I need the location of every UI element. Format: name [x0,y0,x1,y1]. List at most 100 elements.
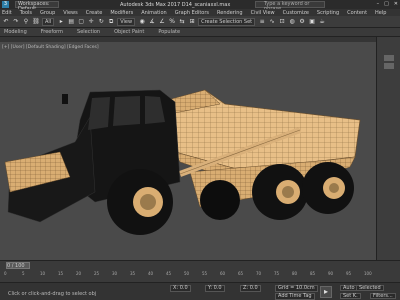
window-title: Autodesk 3ds Max 2017 D14_scaniaxxl.max [120,1,231,8]
menu-scripting[interactable]: Scripting [317,10,339,16]
viewport-label: [+] [User] [Default Shading] [Edged Face… [2,44,99,50]
link-icon[interactable]: ⚲ [22,18,30,26]
selection-filter-dropdown[interactable]: All [42,17,55,26]
main-toolbar: ↶ ↷ ⚲ ⛓ All ▸ ▤ ▢ ✛ ↻ ⧉ View ◉ ∡ ∠ % ⇆ ⊞… [0,16,400,28]
timeline-tick: 80 [292,271,298,276]
menu-rendering[interactable]: Rendering [217,10,243,16]
select-object-icon[interactable]: ▸ [57,18,65,26]
menu-create[interactable]: Create [86,10,103,16]
menu-modifiers[interactable]: Modifiers [110,10,133,16]
tab-modeling[interactable]: Modeling [4,29,27,35]
timeline-tick: 90 [328,271,334,276]
maximize-icon[interactable]: □ [384,1,389,7]
pivot-icon[interactable]: ◉ [138,18,146,26]
render-icon[interactable]: ☕ [318,18,326,26]
schematic-icon[interactable]: ⊡ [278,18,286,26]
percent-snap-icon[interactable]: % [168,18,176,26]
timeline-tick: 25 [94,271,100,276]
tab-selection[interactable]: Selection [77,29,100,35]
menu-tools[interactable]: Tools [20,10,32,16]
time-slider: 0 / 100 [0,260,400,270]
perspective-viewport[interactable]: [+] [User] [Default Shading] [Edged Face… [0,42,376,260]
panel-tab-icon[interactable] [384,55,394,61]
snap-icon[interactable]: ∡ [148,18,156,26]
menu-customize[interactable]: Customize [283,10,309,16]
menu-graph-editors[interactable]: Graph Editors [175,10,209,16]
tab-object-paint[interactable]: Object Paint [114,29,144,35]
menu-help[interactable]: Help [375,10,386,16]
panel-tab-icon[interactable] [384,63,394,69]
move-icon[interactable]: ✛ [87,18,95,26]
rect-selection-icon[interactable]: ▢ [77,18,85,26]
menu-animation[interactable]: Animation [141,10,167,16]
key-filters-button[interactable]: Filters... [370,293,396,299]
menu-civil-view[interactable]: Civil View [251,10,275,16]
menu-group[interactable]: Group [40,10,55,16]
timeline-tick: 70 [256,271,262,276]
grid-value: Grid = 10.0cm [275,285,318,292]
timeline-tick: 100 [364,271,372,276]
selected-dropdown[interactable]: Selected [356,285,384,291]
close-icon[interactable]: ✕ [394,1,398,7]
material-editor-icon[interactable]: ◍ [288,18,296,26]
render-setup-icon[interactable]: ⚙ [298,18,306,26]
layer-icon[interactable]: ≡ [258,18,266,26]
rotate-icon[interactable]: ↻ [97,18,105,26]
timeline-tick: 65 [238,271,244,276]
reference-coord-dropdown[interactable]: View [117,17,136,26]
status-prompt: Click or click-and-drag to select obj [8,291,97,297]
workspace-dropdown[interactable]: Workspaces: Default [15,1,59,12]
status-bar: Click or click-and-drag to select obj X:… [0,282,400,300]
tab-populate[interactable]: Populate [158,29,180,35]
timeline-tick: 20 [76,271,82,276]
middle-wheel [252,164,308,220]
minimize-icon[interactable]: – [377,1,380,7]
timeline-tick: 30 [112,271,118,276]
curve-editor-icon[interactable]: ∿ [268,18,276,26]
set-key-button[interactable]: Set K. [340,293,361,299]
title-bar: 3 Workspaces: Default Autodesk 3ds Max 2… [0,0,400,12]
timeline-tick: 0 [4,271,7,276]
rear-wheel [302,162,354,214]
timeline-tick: 10 [40,271,46,276]
selection-set-dropdown[interactable]: Create Selection Set [198,17,256,26]
add-time-tag-button[interactable]: Add Time Tag [275,293,315,300]
scale-icon[interactable]: ⧉ [107,18,115,26]
hidden-wheel [200,180,240,220]
window-controls: – □ ✕ [377,1,398,7]
play-icon[interactable]: ▸ [320,286,332,298]
menu-bar: Edit Tools Group Views Create Modifiers … [0,9,400,16]
mirror-icon[interactable]: ⇆ [178,18,186,26]
menu-views[interactable]: Views [63,10,77,16]
timeline-tick: 95 [346,271,352,276]
timeline-tick: 45 [166,271,172,276]
ribbon-tabs: Modeling Freeform Selection Object Paint… [0,28,400,37]
undo-icon[interactable]: ↶ [2,18,10,26]
timeline-tick: 50 [184,271,190,276]
z-coord-field[interactable]: Z: 0.0 [240,285,261,292]
truck-model: [+] [User] [Default Shading] [Edged Face… [2,44,361,235]
x-coord-field[interactable]: X: 0.0 [170,285,191,292]
timeline-tick: 60 [220,271,226,276]
timeline-tick: 40 [148,271,154,276]
render-frame-icon[interactable]: ▣ [308,18,316,26]
timeline-tick: 75 [274,271,280,276]
front-wheel [107,169,173,235]
unlink-icon[interactable]: ⛓ [32,18,40,26]
timeline-tick: 5 [22,271,25,276]
menu-edit[interactable]: Edit [2,10,12,16]
menu-content[interactable]: Content [347,10,367,16]
timeline-tick: 35 [130,271,136,276]
select-by-name-icon[interactable]: ▤ [67,18,75,26]
align-icon[interactable]: ⊞ [188,18,196,26]
redo-icon[interactable]: ↷ [12,18,20,26]
y-coord-field[interactable]: Y: 0.0 [205,285,225,292]
timeline-tick: 15 [58,271,64,276]
search-input[interactable]: Type a keyword or phrase [255,1,325,12]
timeline-tick: 55 [202,271,208,276]
time-slider-handle[interactable]: 0 / 100 [6,262,30,269]
tab-freeform[interactable]: Freeform [41,29,63,35]
command-panel [376,37,400,260]
angle-snap-icon[interactable]: ∠ [158,18,166,26]
app-logo-icon[interactable]: 3 [2,1,9,8]
